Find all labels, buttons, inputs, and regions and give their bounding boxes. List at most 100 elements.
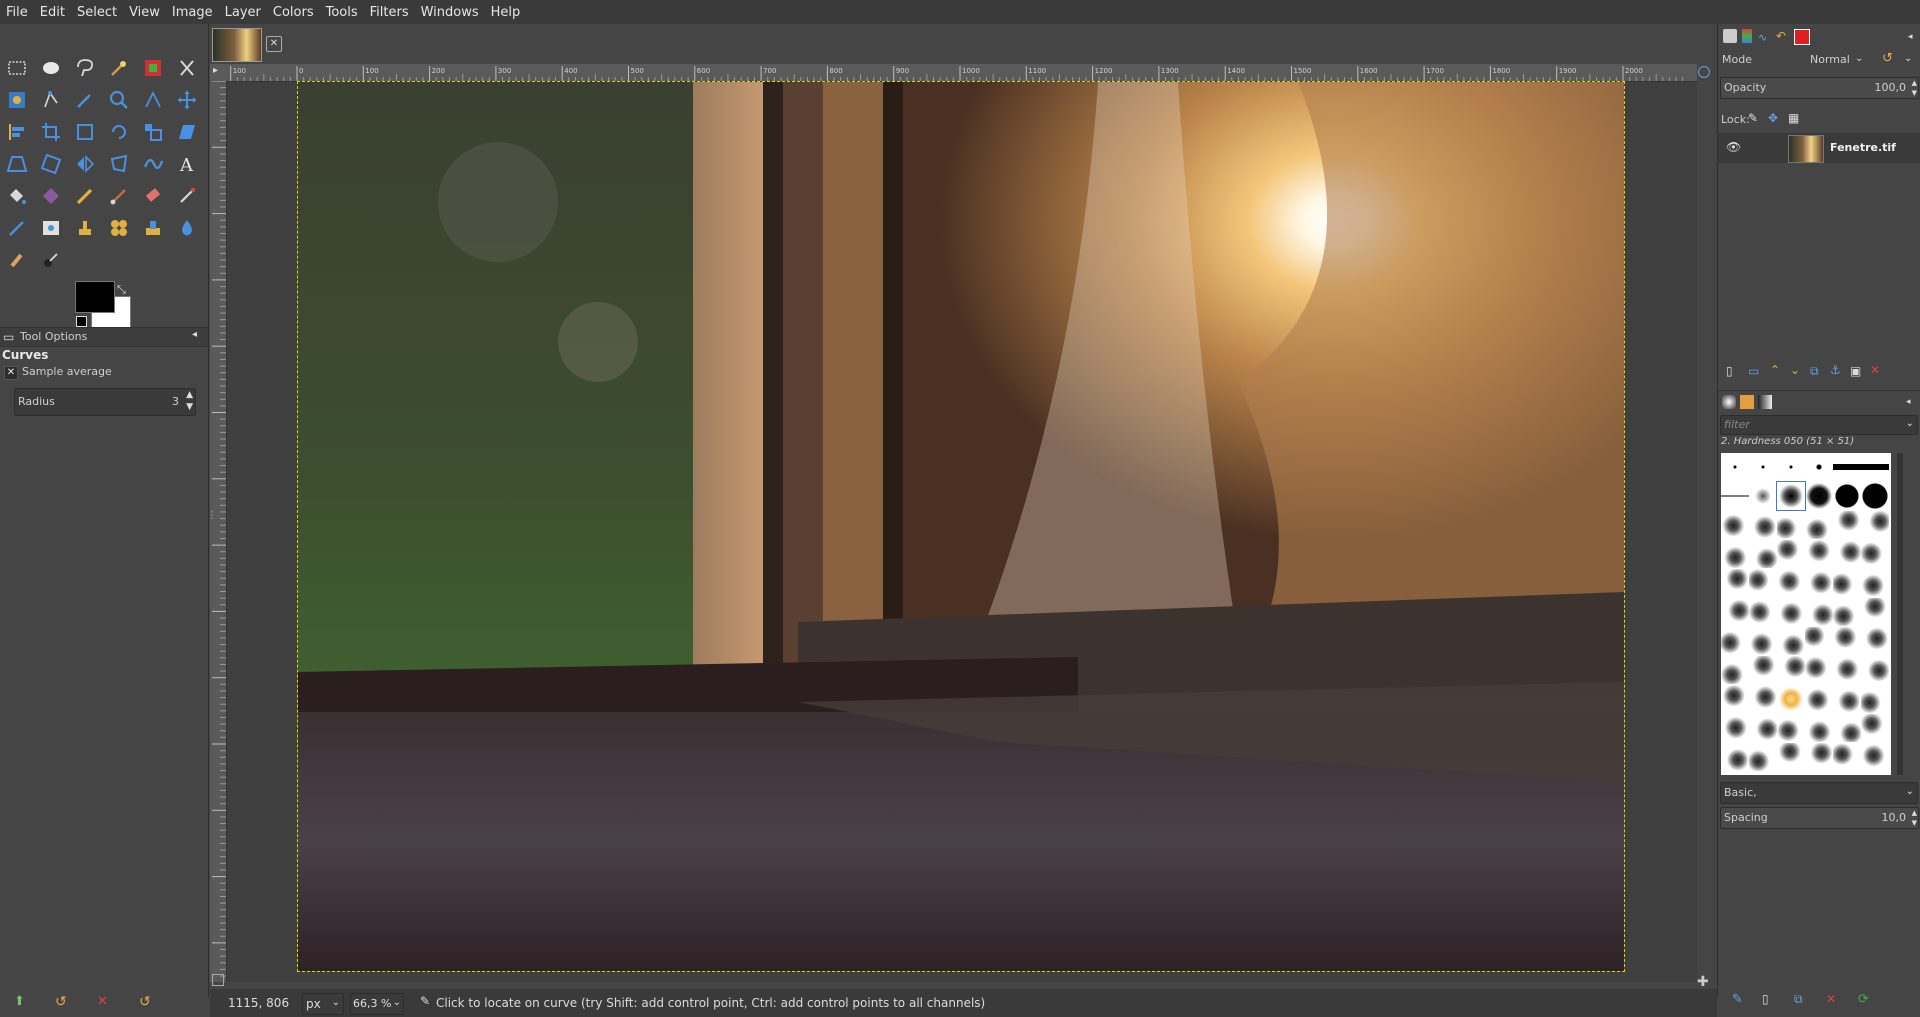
ellipse-select-icon[interactable] [37, 54, 65, 82]
brush-item[interactable] [1721, 511, 1749, 539]
3d-transform-icon[interactable] [37, 150, 65, 178]
raise-layer-icon[interactable]: ⌃ [1770, 363, 1780, 377]
close-tab-icon[interactable]: ✕ [266, 36, 282, 52]
brush-item[interactable] [1721, 598, 1749, 626]
scissors-icon[interactable] [173, 54, 201, 82]
brush-item[interactable] [1749, 656, 1777, 684]
rect-select-icon[interactable] [3, 54, 31, 82]
unified-transform-icon[interactable] [71, 118, 99, 146]
new-layer-icon[interactable]: ▯ [1726, 364, 1733, 378]
rotate-icon[interactable] [105, 118, 133, 146]
brush-item[interactable] [1777, 656, 1805, 684]
brush-item[interactable] [1861, 511, 1889, 539]
brush-item[interactable] [1749, 453, 1777, 481]
brushes-tab-icon[interactable] [1722, 395, 1736, 409]
menu-colors[interactable]: Colors [267, 5, 320, 20]
brush-item[interactable] [1861, 656, 1889, 684]
zoom-select[interactable]: 66,3 % ⌄ [350, 993, 404, 1015]
brush-item[interactable] [1861, 482, 1889, 510]
measure-icon[interactable] [139, 86, 167, 114]
brush-item[interactable] [1777, 627, 1805, 655]
brush-item[interactable] [1805, 685, 1833, 713]
color-select-icon[interactable] [139, 54, 167, 82]
brush-item[interactable] [1833, 714, 1861, 742]
brush-item[interactable] [1777, 685, 1805, 713]
lock-alpha-icon[interactable]: ▦ [1788, 111, 1799, 125]
brush-item[interactable] [1805, 540, 1833, 568]
foreground-select-icon[interactable] [3, 86, 31, 114]
brush-preset-select[interactable]: Basic, ⌄ [1720, 782, 1918, 804]
preset-dropdown-icon[interactable]: ⌄ [1906, 786, 1914, 797]
brush-item[interactable] [1805, 482, 1833, 510]
brush-item[interactable] [1833, 598, 1861, 626]
brush-item[interactable] [1805, 511, 1833, 539]
brush-item[interactable] [1749, 743, 1777, 771]
align-icon[interactable] [3, 118, 31, 146]
quick-mask-icon[interactable]: ▸ [213, 65, 218, 76]
brush-item[interactable] [1777, 569, 1805, 597]
image-thumbnail-tab[interactable] [212, 28, 262, 62]
lower-layer-icon[interactable]: ⌄ [1790, 363, 1800, 377]
brush-item[interactable] [1805, 656, 1833, 684]
brush-item[interactable] [1777, 453, 1805, 481]
ruler-corner[interactable]: ▸ [210, 64, 226, 81]
brush-item[interactable] [1805, 569, 1833, 597]
blur-icon[interactable] [173, 214, 201, 242]
brush-item[interactable] [1833, 569, 1861, 597]
canvas-image[interactable] [297, 81, 1625, 972]
brush-item[interactable] [1721, 627, 1749, 655]
menu-image[interactable]: Image [166, 5, 219, 20]
smudge-icon[interactable] [3, 246, 31, 274]
crop-icon[interactable] [37, 118, 65, 146]
sample-average-checkbox[interactable]: ✕ [4, 366, 18, 380]
brush-scrollbar[interactable] [1897, 453, 1903, 775]
menu-view[interactable]: View [123, 5, 166, 20]
brush-item[interactable] [1861, 598, 1889, 626]
brush-item[interactable] [1861, 714, 1889, 742]
brush-item[interactable] [1749, 627, 1777, 655]
quick-mask-toggle-icon[interactable] [212, 974, 224, 986]
unit-select[interactable]: px ⌄ [302, 993, 344, 1015]
brushes-menu-icon[interactable]: ◂ [1906, 397, 1911, 407]
menu-filters[interactable]: Filters [364, 5, 415, 20]
paintbrush-icon[interactable] [105, 182, 133, 210]
menu-file[interactable]: File [0, 5, 34, 20]
layer-visibility-eye-icon[interactable]: 👁 [1726, 140, 1741, 154]
zoom-icon[interactable] [105, 86, 133, 114]
brush-item[interactable] [1833, 482, 1861, 510]
brush-grid[interactable] [1721, 453, 1891, 775]
brush-item[interactable] [1749, 714, 1777, 742]
restore-icon[interactable]: ↺ [55, 994, 67, 1010]
brush-item[interactable] [1721, 482, 1749, 510]
perspective-clone-icon[interactable] [139, 214, 167, 242]
eraser-icon[interactable] [139, 182, 167, 210]
undo-history-tab-icon[interactable]: ↶ [1776, 29, 1786, 43]
brush-item[interactable] [1749, 685, 1777, 713]
heal-icon[interactable] [105, 214, 133, 242]
brush-item[interactable] [1861, 569, 1889, 597]
clear-icon[interactable]: ✕ [97, 994, 108, 1009]
dodge-burn-icon[interactable] [37, 246, 65, 274]
menu-select[interactable]: Select [71, 5, 123, 20]
menu-windows[interactable]: Windows [415, 5, 485, 20]
delete-brush-icon[interactable]: ✕ [1826, 992, 1836, 1006]
brush-item[interactable] [1861, 685, 1889, 713]
new-layer-group-icon[interactable]: ▭ [1748, 364, 1759, 378]
flip-icon[interactable] [71, 150, 99, 178]
radius-spinner[interactable]: Radius 3 ▲ ▼ [14, 388, 196, 416]
mask-layer-icon[interactable]: ▣ [1850, 364, 1861, 378]
brush-item[interactable] [1777, 511, 1805, 539]
mode-more-icon[interactable]: ⌄ [1904, 53, 1912, 64]
refresh-brushes-icon[interactable]: ⟳ [1858, 992, 1869, 1007]
tab-menu-icon[interactable]: ◂ [192, 329, 197, 340]
airbrush-icon[interactable] [173, 182, 201, 210]
swap-colors-icon[interactable]: ⤡ [117, 283, 126, 297]
brush-item-selected[interactable] [1776, 481, 1806, 511]
layer-name[interactable]: Fenetre.tif [1830, 141, 1896, 154]
brush-item[interactable] [1861, 627, 1889, 655]
brush-item[interactable] [1721, 685, 1749, 713]
brush-item[interactable] [1749, 569, 1777, 597]
brush-item[interactable] [1777, 540, 1805, 568]
foreground-color-front[interactable] [75, 281, 115, 313]
reset-icon[interactable]: ↺ [139, 994, 151, 1010]
